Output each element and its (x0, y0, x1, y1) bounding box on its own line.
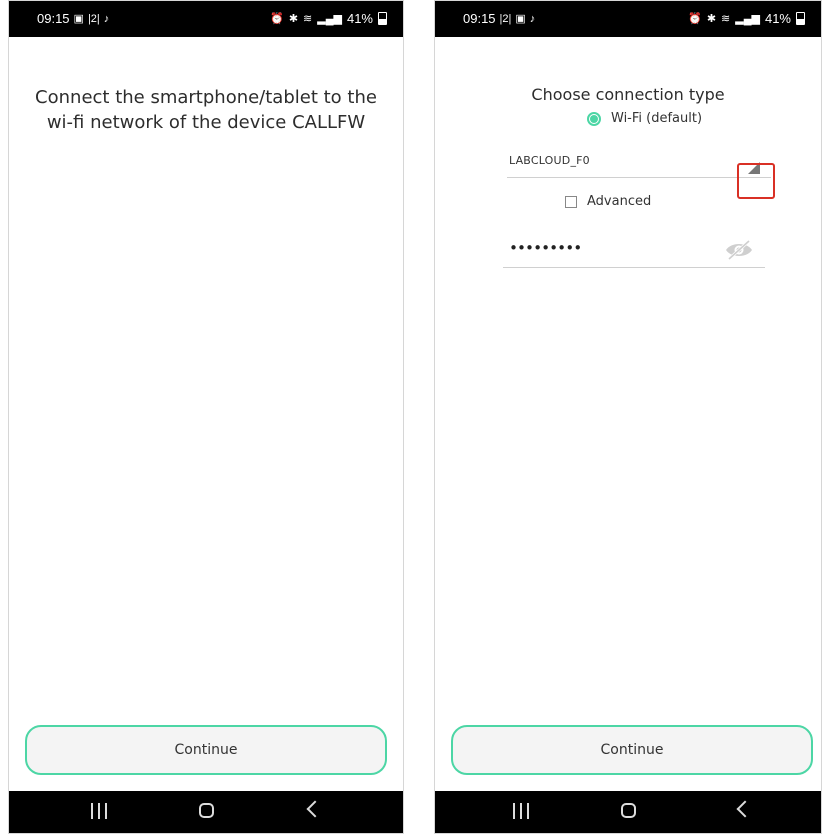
highlight-box (737, 163, 775, 199)
status-time: 09:15 (463, 11, 496, 26)
ssid-value: LABCLOUD_F0 (509, 154, 590, 167)
advanced-option[interactable]: Advanced (565, 194, 651, 209)
bluetooth-icon: ✱ (706, 12, 717, 25)
gallery-icon: ▣ (515, 12, 526, 25)
phone-screen-right: 09:15 |2| ▣ ♪ ⏰ ✱ ≋ ▂▄▆ 41% Choose conne… (434, 0, 822, 834)
phone-screen-left: 09:15 ▣ |2| ♪ ⏰ ✱ ≋ ▂▄▆ 41% Connect the … (8, 0, 404, 834)
navigation-bar (435, 791, 821, 833)
signal-icon: ▂▄▆ (735, 12, 760, 25)
home-icon[interactable] (621, 803, 636, 818)
wifi-icon: ≋ (303, 12, 313, 25)
continue-button[interactable]: Continue (25, 725, 387, 775)
alarm-icon: ⏰ (270, 12, 284, 25)
battery-icon (378, 12, 387, 25)
tiktok-icon: ♪ (103, 12, 110, 25)
password-value: ••••••••• (509, 239, 582, 257)
alarm-icon: ⏰ (688, 12, 702, 25)
sim-2-icon: |2| (499, 12, 512, 25)
back-icon[interactable] (306, 800, 324, 818)
sim-2-icon: |2| (87, 12, 100, 25)
battery-percent: 41% (764, 11, 791, 26)
back-icon[interactable] (736, 800, 754, 818)
navigation-bar (9, 791, 403, 833)
connection-type-title: Choose connection type (531, 85, 725, 104)
password-field[interactable]: ••••••••• (503, 237, 765, 268)
instruction-text: Connect the smartphone/tablet to the wi-… (35, 87, 377, 133)
continue-button[interactable]: Continue (451, 725, 813, 775)
status-bar: 09:15 |2| ▣ ♪ ⏰ ✱ ≋ ▂▄▆ 41% (435, 1, 821, 37)
advanced-checkbox[interactable] (565, 195, 577, 208)
radio-label: Wi-Fi (default) (611, 111, 703, 126)
home-icon[interactable] (199, 803, 214, 818)
wifi-icon: ≋ (721, 12, 731, 25)
recent-apps-icon[interactable] (513, 803, 529, 819)
ssid-dropdown[interactable]: LABCLOUD_F0 (507, 151, 771, 178)
bluetooth-icon: ✱ (288, 12, 299, 25)
status-time: 09:15 (37, 11, 70, 26)
tiktok-icon: ♪ (529, 12, 536, 25)
eye-off-icon[interactable] (723, 239, 755, 261)
advanced-label: Advanced (587, 194, 652, 209)
battery-percent: 41% (346, 11, 373, 26)
recent-apps-icon[interactable] (91, 803, 107, 819)
gallery-icon: ▣ (73, 12, 84, 25)
status-bar: 09:15 ▣ |2| ♪ ⏰ ✱ ≋ ▂▄▆ 41% (9, 1, 403, 37)
battery-icon (796, 12, 805, 25)
radio-button[interactable] (587, 111, 601, 126)
wifi-radio-option[interactable]: Wi-Fi (default) (587, 111, 702, 126)
signal-icon: ▂▄▆ (317, 12, 342, 25)
